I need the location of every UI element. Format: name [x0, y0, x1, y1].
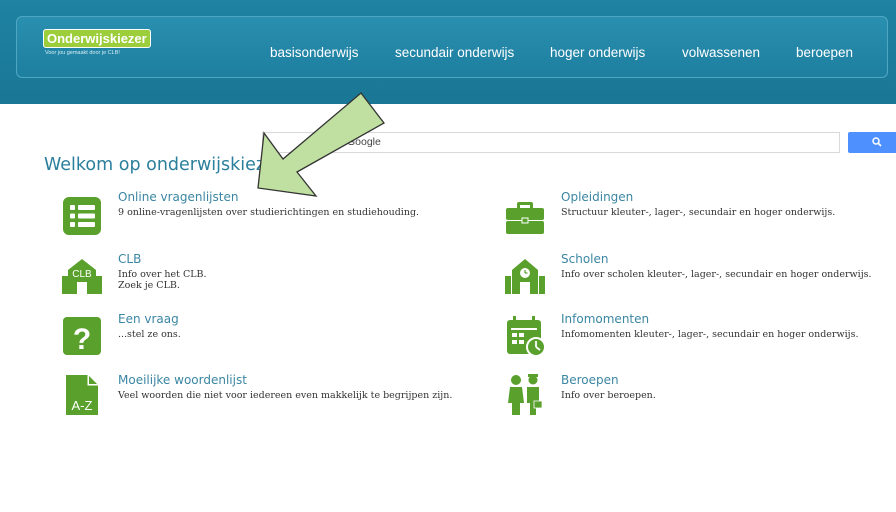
briefcase-icon[interactable] — [503, 194, 547, 238]
item-title[interactable]: Online vragenlijsten — [118, 190, 238, 204]
item-description: Infomomenten kleuter-, lager-, secundair… — [561, 329, 859, 340]
item-title[interactable]: CLB — [118, 252, 141, 266]
item-title[interactable]: Een vraag — [118, 312, 179, 326]
nav-secundair-onderwijs[interactable]: secundair onderwijs — [395, 45, 514, 60]
search-brand-label: Google — [347, 136, 381, 148]
item-description: ...stel ze ons. — [118, 329, 181, 340]
item-beroepen: Beroepen Info over beroepen. — [503, 373, 883, 419]
nav-volwassenen[interactable]: volwassenen — [682, 45, 760, 60]
item-title[interactable]: Moeilijke woordenlijst — [118, 373, 247, 387]
professionals-icon[interactable] — [503, 373, 547, 417]
search-icon — [872, 137, 882, 147]
item-description: Info over beroepen. — [561, 390, 656, 401]
nav-beroepen[interactable]: beroepen — [796, 45, 853, 60]
item-description: Structuur kleuter-, lager-, secundair en… — [561, 207, 836, 218]
item-clb: CLB CLB Info over het CLB. Zoek je CLB. — [60, 252, 440, 298]
item-moeilijke-woordenlijst: A-Z Moeilijke woordenlijst Veel woorden … — [60, 373, 460, 419]
nav-basisonderwijs[interactable]: basisonderwijs — [270, 45, 359, 60]
calendar-clock-icon[interactable] — [503, 314, 547, 358]
logo-tagline: Voor jou gemaakt door je CLB! — [45, 50, 120, 56]
header-band: Onderwijskiezer Voor jou gemaakt door je… — [0, 0, 896, 104]
list-icon[interactable] — [60, 194, 104, 238]
clb-icon-text: CLB — [72, 269, 92, 280]
search-input[interactable]: Google — [262, 132, 840, 153]
a-z-document-icon[interactable]: A-Z — [60, 373, 104, 417]
clb-building-icon[interactable]: CLB — [60, 254, 104, 298]
nav-bar: Onderwijskiezer Voor jou gemaakt door je… — [16, 16, 888, 78]
nav-hoger-onderwijs[interactable]: hoger onderwijs — [550, 45, 645, 60]
page-title: Welkom op onderwijskiezer — [44, 155, 284, 175]
item-description: Info over het CLB. — [118, 269, 207, 280]
item-online-vragenlijsten: Online vragenlijsten 9 online-vragenlijs… — [60, 190, 440, 236]
item-description: Info over scholen kleuter-, lager-, secu… — [561, 269, 872, 280]
site-logo[interactable]: Onderwijskiezer Voor jou gemaakt door je… — [43, 29, 161, 63]
question-icon[interactable]: ? — [60, 314, 104, 358]
item-description: Veel woorden die niet voor iedereen even… — [118, 390, 453, 401]
question-mark-text: ? — [73, 323, 91, 356]
item-een-vraag: ? Een vraag ...stel ze ons. — [60, 312, 440, 358]
item-description-line2: Zoek je CLB. — [118, 280, 180, 291]
item-title[interactable]: Infomomenten — [561, 312, 649, 326]
item-scholen: Scholen Info over scholen kleuter-, lage… — [503, 252, 893, 298]
item-title[interactable]: Opleidingen — [561, 190, 633, 204]
school-building-icon[interactable] — [503, 254, 547, 298]
logo-title: Onderwijskiezer — [43, 29, 151, 48]
item-infomomenten: Infomomenten Infomomenten kleuter-, lage… — [503, 312, 883, 358]
item-title[interactable]: Scholen — [561, 252, 608, 266]
item-opleidingen: Opleidingen Structuur kleuter-, lager-, … — [503, 190, 883, 236]
search-button[interactable] — [848, 132, 896, 153]
item-title[interactable]: Beroepen — [561, 373, 619, 387]
item-description: 9 online-vragenlijsten over studierichti… — [118, 207, 420, 218]
a-z-icon-text: A-Z — [72, 398, 93, 413]
